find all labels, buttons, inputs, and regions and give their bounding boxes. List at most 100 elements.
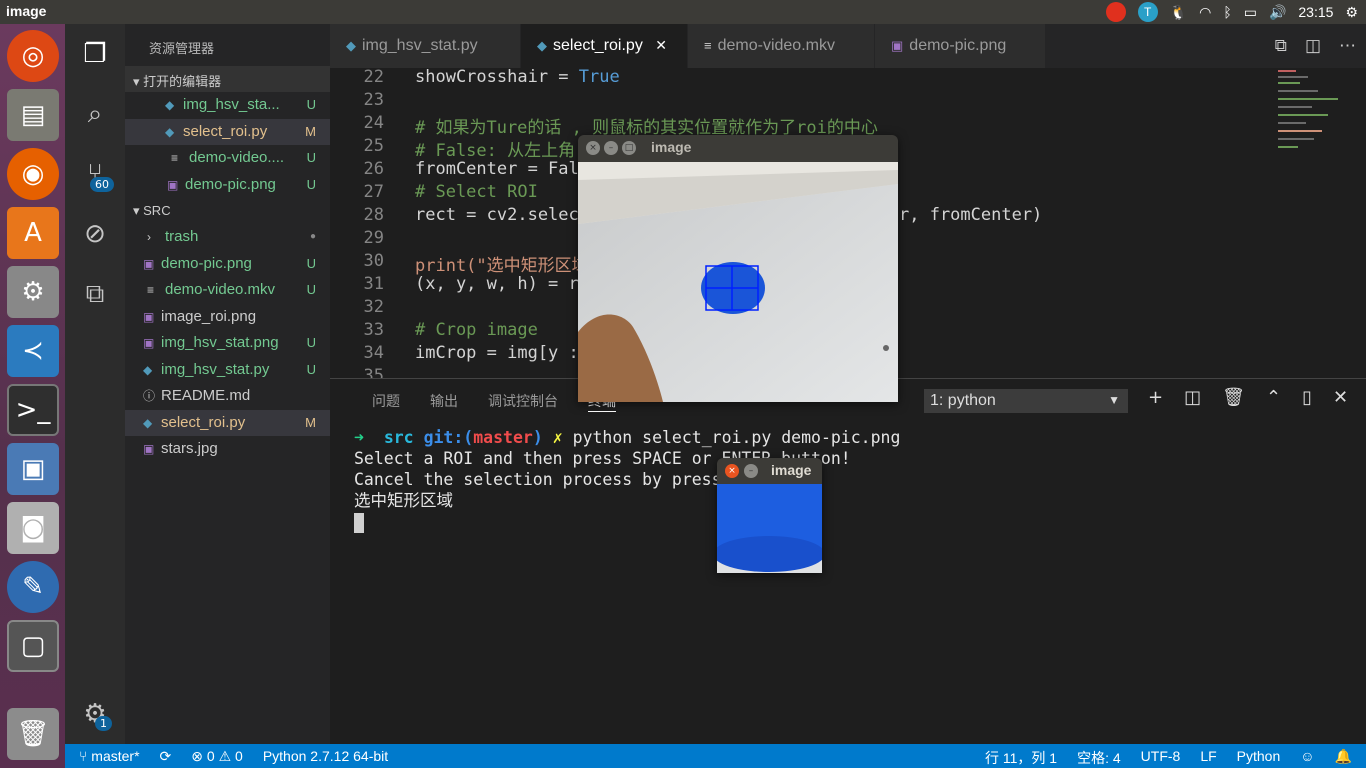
text-file-icon: ≡ — [704, 38, 712, 53]
git-status: U — [306, 150, 316, 165]
line-text: rect = cv2.selec — [415, 205, 579, 225]
toolbox-icon[interactable]: T — [1137, 2, 1158, 22]
firefox-icon[interactable]: ◉ — [7, 148, 59, 200]
open-editor-item[interactable]: ◆ img_hsv_sta... U — [125, 92, 330, 119]
ubuntu-dash-icon[interactable]: ◎ — [7, 30, 59, 82]
camera-icon[interactable]: ◙ — [7, 502, 59, 554]
files-icon[interactable]: ▤ — [7, 89, 59, 141]
info-icon: ⓘ — [143, 389, 156, 403]
file-name: demo-pic.png — [185, 175, 276, 193]
screen-capture-icon[interactable]: ▣ — [7, 443, 59, 495]
linux-icon[interactable]: 🐧 — [1170, 4, 1187, 21]
tab-demo-video[interactable]: ≡ demo-video.mkv — [688, 24, 874, 68]
tab-label: demo-pic.png — [909, 37, 1007, 54]
window-title: image — [771, 462, 812, 478]
sync-icon[interactable]: ⟳ — [160, 748, 172, 765]
file-item[interactable]: ▣ img_hsv_stat.png U — [125, 330, 330, 357]
split-terminal-icon[interactable]: ◫ — [1184, 387, 1201, 408]
maximize-panel-icon[interactable]: ⌃ — [1266, 387, 1281, 408]
file-item[interactable]: ◆ img_hsv_stat.py U — [125, 357, 330, 384]
line-text: # Select ROI — [415, 182, 538, 202]
battery-icon[interactable]: ▭ — [1244, 4, 1257, 21]
file-item[interactable]: ▣ demo-pic.png U — [125, 251, 330, 278]
open-editor-item[interactable]: ≡ demo-video.... U — [125, 145, 330, 172]
pencil-app-icon[interactable]: ✎ — [7, 561, 59, 613]
tab-debug-console[interactable]: 调试控制台 — [488, 391, 558, 412]
search-icon[interactable]: ⌕ — [65, 90, 125, 138]
debug-icon[interactable]: ⊘ — [65, 210, 125, 258]
roi-crop-image — [717, 484, 822, 573]
line-text: # False: 从左上角 — [415, 141, 576, 161]
line-text: imCrop = img[y : — [415, 343, 579, 363]
file-item[interactable]: ▣ stars.jpg — [125, 436, 330, 463]
folder-item-trash[interactable]: › trash ● — [125, 224, 330, 251]
minimap[interactable] — [1278, 68, 1348, 158]
close-window-icon[interactable]: × — [725, 464, 739, 478]
volume-icon[interactable]: 🔊 — [1269, 4, 1286, 21]
problems-indicator[interactable]: ⊗ 0 ⚠ 0 — [191, 748, 243, 765]
workspace-icon[interactable]: ▢ — [7, 620, 59, 672]
minimize-window-icon[interactable]: – — [604, 141, 618, 155]
tab-demo-pic[interactable]: ▣ demo-pic.png — [875, 24, 1045, 68]
new-terminal-icon[interactable]: + — [1148, 387, 1163, 408]
tab-img-hsv-stat[interactable]: ◆ img_hsv_stat.py — [330, 24, 520, 68]
image-file-icon: ▣ — [891, 38, 904, 53]
image-window[interactable]: × – □ image — [578, 135, 898, 402]
bluetooth-icon[interactable]: ᛒ — [1223, 4, 1231, 20]
clock[interactable]: 23:15 — [1298, 4, 1333, 20]
open-changes-icon[interactable]: ⧉ — [1275, 36, 1287, 56]
line-ending[interactable]: LF — [1200, 748, 1216, 768]
encoding[interactable]: UTF-8 — [1141, 748, 1181, 768]
software-center-icon[interactable]: A — [7, 207, 59, 259]
manage-gear-icon[interactable]: ⚙ — [65, 690, 125, 738]
tab-select-roi[interactable]: ◆ select_roi.py ✕ — [521, 24, 687, 68]
system-settings-icon[interactable]: ⚙ — [7, 266, 59, 318]
line-number: 27 — [363, 182, 384, 202]
open-editors-header[interactable]: ▾ 打开的编辑器 — [125, 66, 330, 92]
maximize-window-icon[interactable]: □ — [622, 141, 636, 155]
open-editor-item[interactable]: ◆ select_roi.py M — [125, 118, 330, 145]
indentation[interactable]: 空格: 4 — [1077, 748, 1121, 768]
python-interpreter[interactable]: Python 2.7.12 64-bit — [263, 748, 388, 765]
src-label: SRC — [143, 203, 171, 218]
tab-problems[interactable]: 问题 — [372, 391, 400, 412]
split-editor-icon[interactable]: ◫ — [1305, 36, 1321, 56]
extensions-icon[interactable]: ⧉ — [65, 270, 125, 318]
kill-terminal-icon[interactable]: 🗑 — [1222, 387, 1245, 408]
record-icon[interactable] — [1105, 2, 1126, 22]
terminal-cursor — [354, 512, 364, 533]
feedback-smiley-icon[interactable]: ☺ — [1300, 748, 1314, 768]
minimize-window-icon[interactable]: – — [744, 464, 758, 478]
file-name: img_hsv_stat.py — [161, 360, 270, 378]
file-name: img_hsv_stat.png — [161, 334, 279, 351]
toggle-panel-position-icon[interactable]: ▯ — [1302, 387, 1312, 408]
vscode-icon[interactable]: ≺ — [7, 325, 59, 377]
git-branch[interactable]: ⑂ master* — [79, 748, 140, 765]
file-item[interactable]: ≡ demo-video.mkv U — [125, 277, 330, 304]
file-item[interactable]: ⓘ README.md — [125, 383, 330, 410]
folder-chevron-icon: › — [147, 230, 151, 244]
src-folder-header[interactable]: ▾ SRC — [125, 198, 330, 224]
roi-window[interactable]: × – image — [717, 458, 822, 573]
file-item[interactable]: ▣ image_roi.png — [125, 304, 330, 331]
more-actions-icon[interactable]: ⋯ — [1339, 36, 1356, 56]
language-mode[interactable]: Python — [1237, 748, 1281, 768]
settings-gear-icon[interactable]: ⚙ — [1345, 4, 1358, 21]
close-icon[interactable]: ✕ — [655, 37, 667, 53]
git-status: U — [306, 176, 316, 192]
close-window-icon[interactable]: × — [586, 141, 600, 155]
file-item[interactable]: ◆ select_roi.py M — [125, 409, 330, 436]
cursor-position[interactable]: 行 11，列 1 — [985, 748, 1057, 768]
wifi-icon[interactable]: ◠ — [1199, 4, 1211, 21]
explorer-icon[interactable]: ❐ — [65, 30, 125, 78]
tab-output[interactable]: 输出 — [430, 391, 458, 412]
open-editor-item[interactable]: ▣ demo-pic.png U — [125, 172, 330, 199]
close-panel-icon[interactable]: ✕ — [1333, 387, 1348, 408]
notifications-bell-icon[interactable]: 🔔 — [1335, 748, 1352, 768]
file-name: demo-video.... — [189, 149, 285, 166]
trash-icon[interactable]: 🗑 — [7, 708, 59, 760]
camera-frame[interactable] — [578, 162, 898, 402]
text-file-icon: ≡ — [171, 151, 179, 165]
terminal-icon[interactable]: >_ — [7, 384, 59, 436]
terminal-select[interactable]: 1: python ▼ — [924, 389, 1128, 413]
